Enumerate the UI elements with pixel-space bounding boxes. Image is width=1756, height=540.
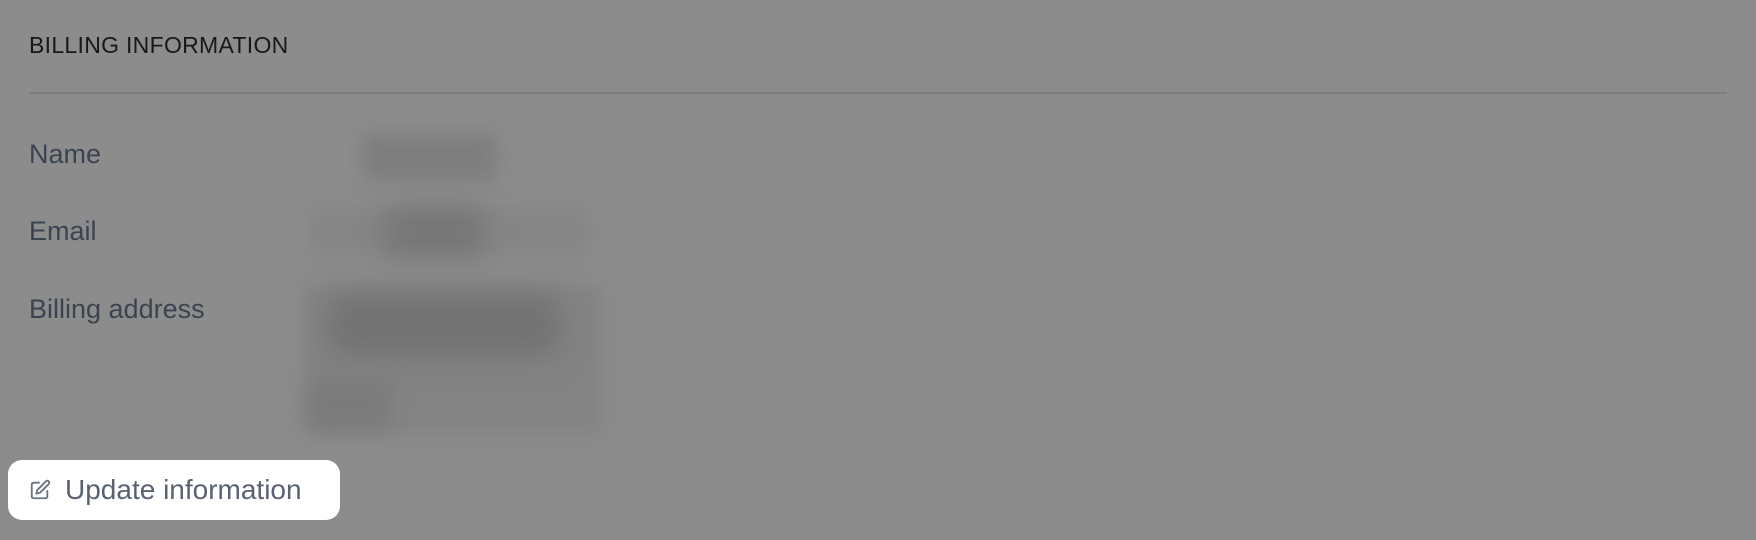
update-information-button[interactable]: Update information [8,460,340,520]
divider [29,92,1727,94]
edit-icon [29,479,51,501]
billing-address-label: Billing address [29,294,205,324]
section-title: BILLING INFORMATION [29,32,289,58]
billing-address-line2-redacted [309,380,389,430]
billing-address-line-redacted [329,295,559,355]
email-value-redacted-core [384,208,484,256]
name-value-redacted [362,133,497,181]
update-information-label: Update information [65,474,302,505]
name-label: Name [29,139,102,169]
email-label: Email [29,216,97,246]
